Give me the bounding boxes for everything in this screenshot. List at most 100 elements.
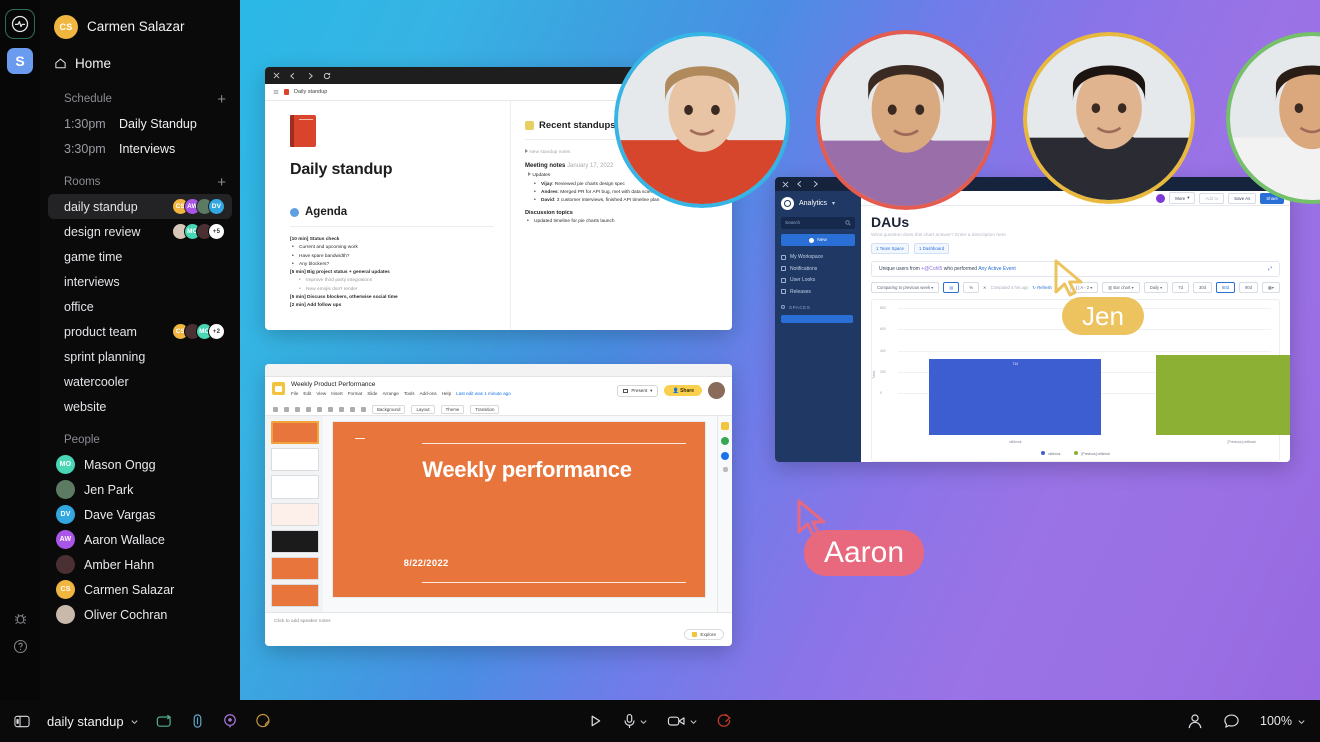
expand-icon[interactable]: ⤢ [1268,266,1272,272]
tag-dashboard[interactable]: 1 Dashboard [914,243,950,254]
more-button[interactable]: More ▾ [1169,192,1196,204]
sidebar-person-item[interactable]: DV Dave Vargas [40,502,240,527]
close-icon[interactable] [782,181,789,188]
sidebar-room-item[interactable]: office [48,294,232,319]
screenshare-icon[interactable] [156,714,173,729]
chart-view-toggle[interactable]: ▤ [943,282,960,293]
chat-bubble-icon[interactable] [1223,713,1240,729]
range-60d[interactable]: 60d [1215,282,1235,293]
analytics-brand[interactable]: Analytics ▾ [781,197,855,210]
space-selected-item[interactable] [781,314,853,323]
layout-button[interactable]: Layout [411,405,435,414]
theme-button[interactable]: Theme [440,405,465,414]
current-slide[interactable]: Weekly performance 8/22/2022 [333,422,705,597]
participant-video-jen[interactable] [1023,32,1195,204]
people-icon[interactable] [1187,713,1203,730]
line-icon[interactable] [361,407,366,412]
schedule-item[interactable]: 3:30pm Interviews [40,136,240,161]
explore-button[interactable]: Explore [684,629,724,640]
help-circle-icon[interactable] [13,639,28,654]
sidebar-item-home[interactable]: Home [40,48,240,78]
save-as-button[interactable]: Save As [1228,192,1257,204]
slide-thumbnail[interactable] [271,583,319,607]
back-arrow-icon[interactable] [289,72,297,80]
nav-item-my-workspace[interactable]: My Workspace [781,254,855,260]
current-room-selector[interactable]: daily standup [47,714,139,729]
share-button[interactable]: 👤 Share [664,385,702,396]
add-to-button[interactable]: Add to [1199,192,1225,204]
menu-format[interactable]: Format [348,391,363,396]
reaction-icon[interactable] [222,713,238,729]
undo-icon[interactable] [273,407,278,412]
slide-thumbnail[interactable] [271,475,319,499]
present-button[interactable]: Present ▾ [617,384,659,397]
legend-item[interactable]: [Previous] ckl6mok [1074,451,1110,456]
plus-icon[interactable]: + [217,175,226,190]
nav-item-notifications[interactable]: Notifications [781,266,855,272]
new-button[interactable]: New [781,234,855,246]
calendar-icon[interactable] [721,452,729,460]
back-arrow-icon[interactable] [796,180,804,188]
granularity-dropdown[interactable]: Daily ▾ [1143,282,1169,293]
maps-icon[interactable] [721,437,729,445]
search-input[interactable]: Search [781,217,855,229]
print-icon[interactable] [295,407,300,412]
schedule-item[interactable]: 1:30pm Daily Standup [40,111,240,136]
leave-call-icon[interactable] [717,713,733,729]
avatar[interactable] [1156,193,1166,203]
sidebar-room-item[interactable]: interviews [48,269,232,294]
menu-tools[interactable]: Tools [404,391,415,396]
participant-video-carmen[interactable] [614,32,790,208]
avatar[interactable] [708,382,725,399]
background-button[interactable]: Background [372,405,406,414]
menu-insert[interactable]: Insert [331,391,343,396]
textbox-icon[interactable] [328,407,333,412]
sidebar-person-item[interactable]: CS Carmen Salazar [40,577,240,602]
range-7d[interactable]: 7d [1172,282,1189,293]
current-user[interactable]: CS Carmen Salazar [40,10,240,40]
bug-icon[interactable] [13,611,28,626]
menu-file[interactable]: File [291,391,298,396]
sidebar-person-item[interactable]: AW Aaron Wallace [40,527,240,552]
range-30d[interactable]: 30d [1192,282,1212,293]
camera-icon[interactable] [667,714,698,728]
close-icon[interactable] [273,72,280,79]
range-90d[interactable]: 90d [1238,282,1258,293]
slide-filmstrip[interactable] [265,416,323,612]
workspace-switcher[interactable]: S [7,48,33,74]
chart-description-placeholder[interactable]: What question does this chart answer? En… [871,233,1280,238]
speaker-notes[interactable]: Click to add speaker notes Explore [265,612,732,646]
sidebar-person-item[interactable]: Amber Hahn [40,552,240,577]
nav-item-user-looks[interactable]: User Looks [781,277,855,283]
analytics-window[interactable]: Analytics ▾ Search New My Workspace Noti… [775,177,1290,462]
play-icon[interactable] [587,713,604,729]
calendar-icon[interactable]: ▦▾ [1261,282,1280,293]
zoom-selector[interactable]: 100% [1260,714,1306,728]
sidebar-room-item[interactable]: website [48,394,232,419]
menu-arrange[interactable]: Arrange [382,391,398,396]
add-addon-icon[interactable] [722,467,728,472]
sidebar-room-item[interactable]: sprint planning [48,344,232,369]
menu-slide[interactable]: Slide [367,391,377,396]
pulse-logo-icon[interactable] [5,9,35,39]
reload-icon[interactable] [323,72,331,80]
nav-item-releases[interactable]: Releases [781,289,855,295]
chart-bar[interactable] [1155,355,1290,435]
slide-canvas[interactable]: Weekly performance 8/22/2022 [323,416,717,612]
redo-icon[interactable] [284,407,289,412]
chart-bar[interactable]: 714 [929,359,1102,435]
slides-doc-title[interactable]: Weekly Product Performance [291,381,511,388]
sidebar-room-item[interactable]: watercooler [48,369,232,394]
refresh-button[interactable]: ↻ Refresh [1033,285,1052,290]
tag-team-space[interactable]: 1 Team Space [871,243,909,254]
shape-icon[interactable] [350,407,355,412]
legend-item[interactable]: ckl6mok [1041,451,1060,456]
slide-thumbnail[interactable] [271,556,319,580]
slide-thumbnail[interactable] [271,502,319,526]
slide-thumbnail[interactable] [271,448,319,472]
slide-thumbnail[interactable] [271,421,319,445]
sidebar-room-item[interactable]: game time [48,244,232,269]
last-edit-label[interactable]: Last edit was 1 minute ago [456,391,511,396]
sidebar-room-item[interactable]: product team CS MO +2 [48,319,232,344]
menu-addons[interactable]: Add-ons [420,391,437,396]
